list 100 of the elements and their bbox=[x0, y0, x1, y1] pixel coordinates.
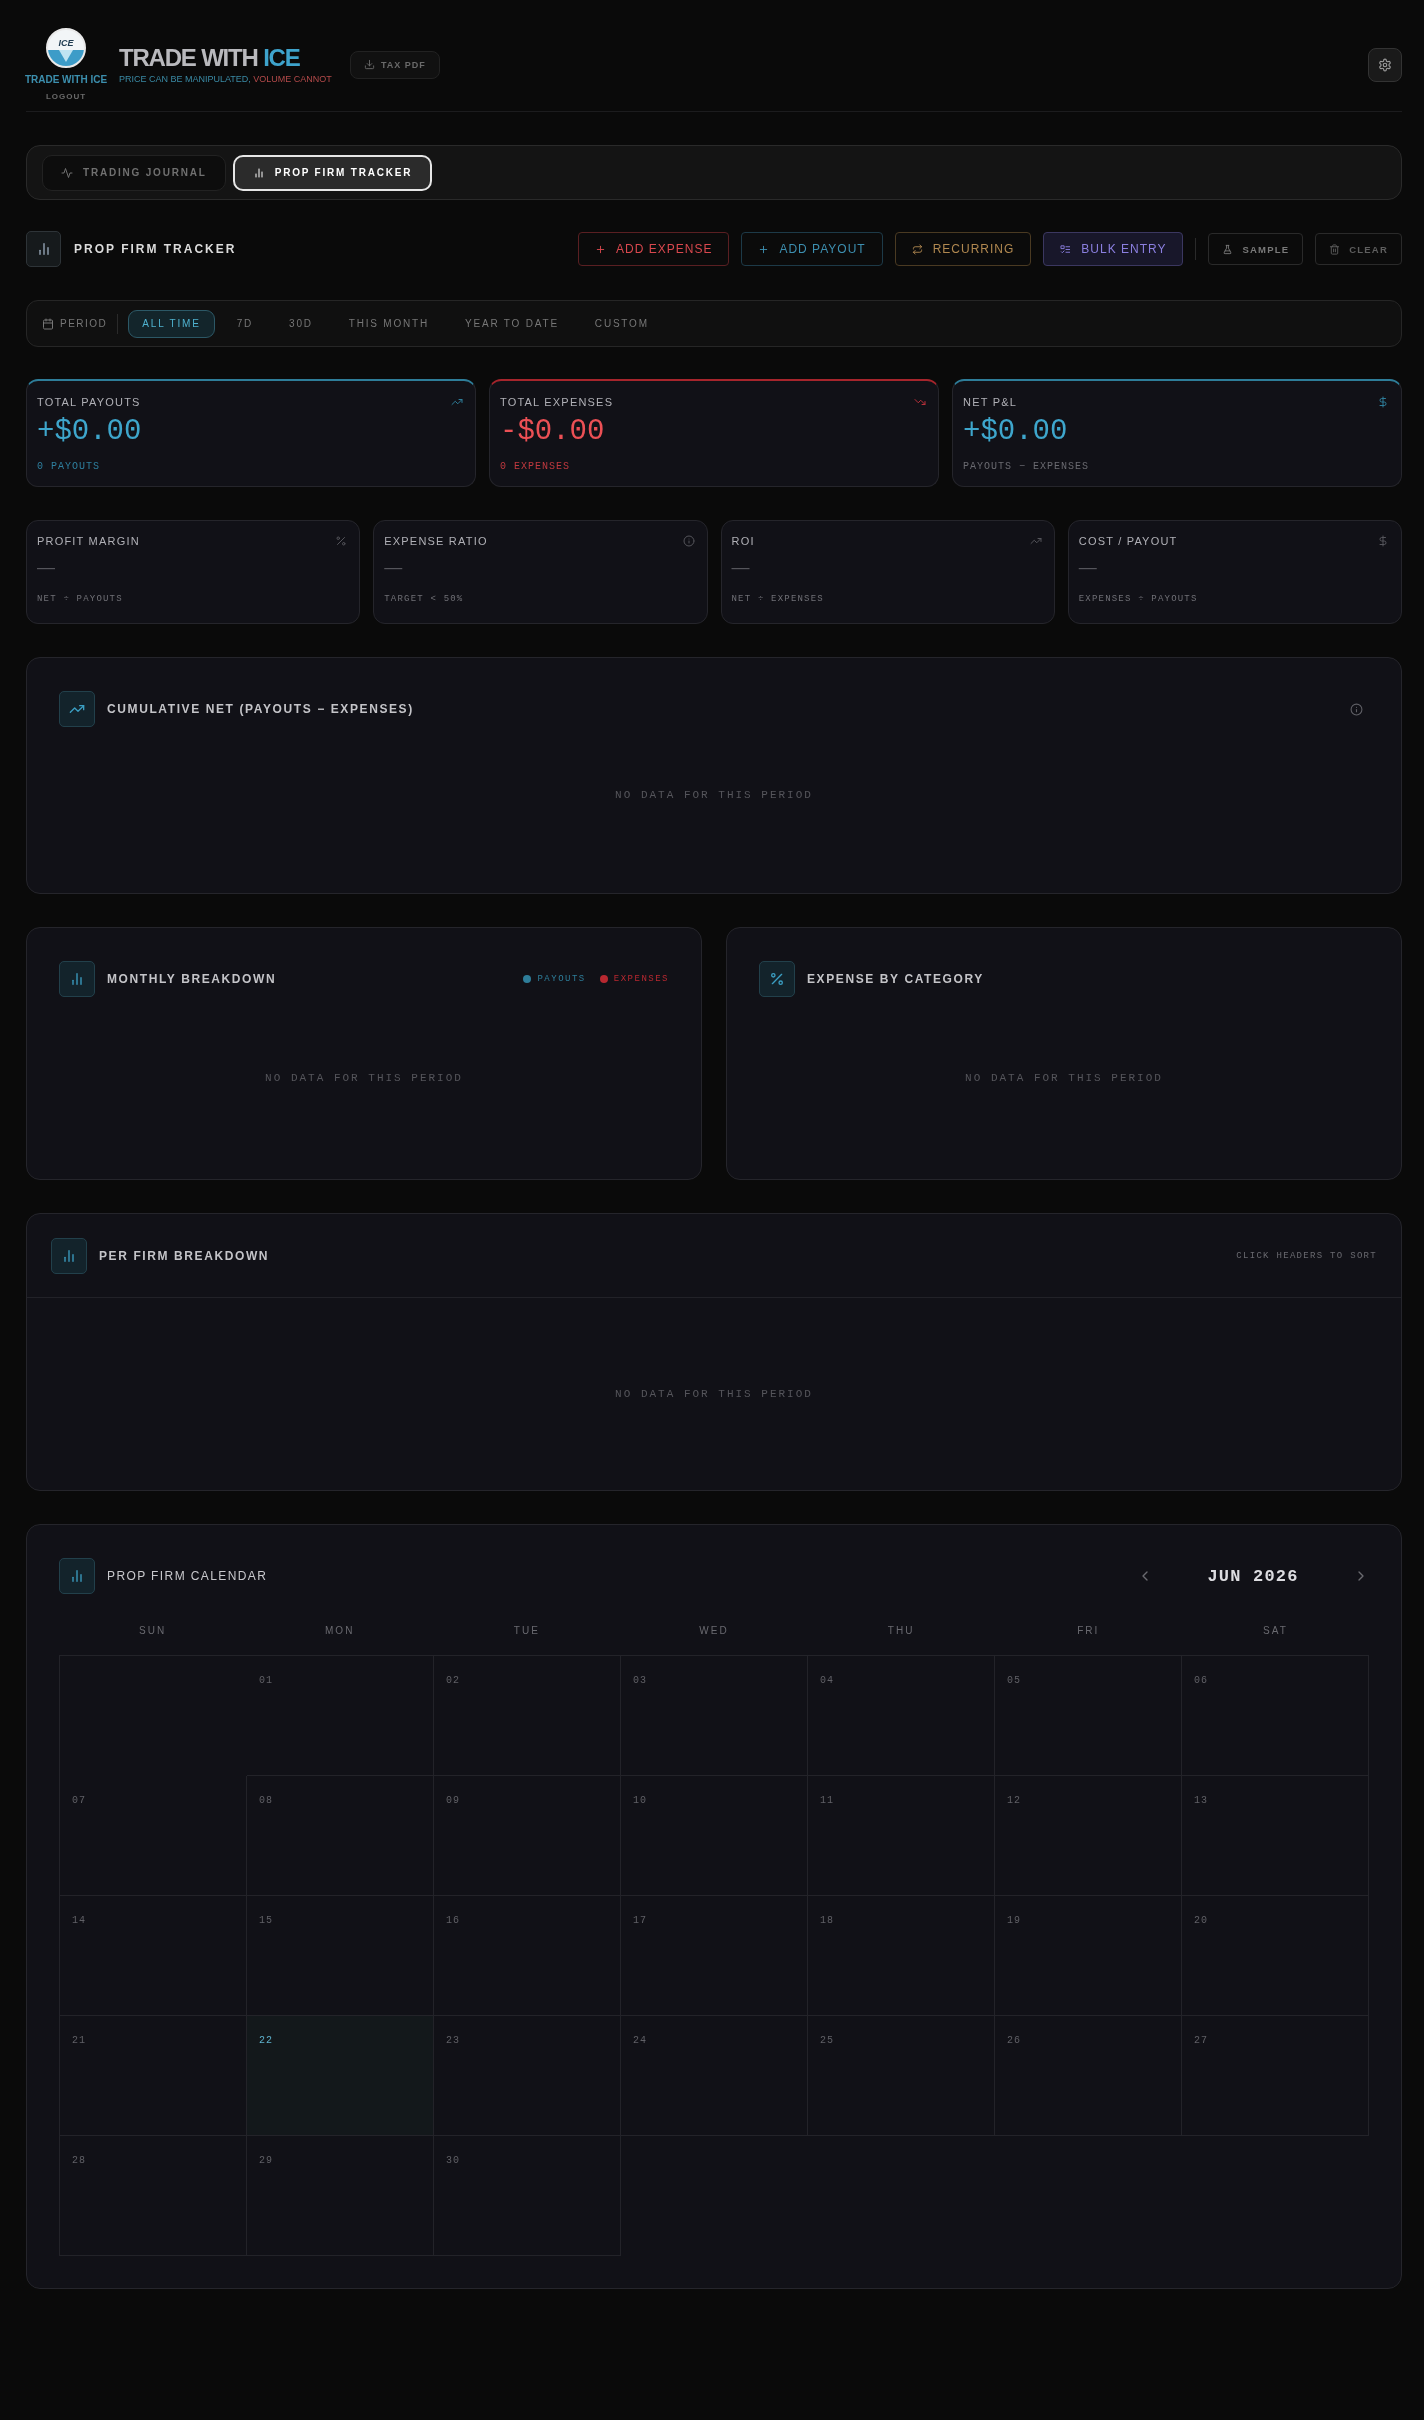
tab[interactable]: PROP FIRM TRACKER bbox=[232, 154, 433, 191]
percent-icon bbox=[335, 535, 348, 547]
card-note: EXPENSES ÷ PAYOUTS bbox=[1078, 594, 1199, 604]
calendar-day[interactable]: 24 bbox=[621, 2016, 808, 2136]
card-value: +$0.00 bbox=[963, 416, 1069, 448]
weekday-label: SAT bbox=[1262, 1624, 1289, 1636]
empty-message: NO DATA FOR THIS PERIOD bbox=[965, 1072, 1163, 1084]
card-label: TOTAL PAYOUTS bbox=[37, 396, 141, 408]
card-note: 0 PAYOUTS bbox=[37, 460, 101, 472]
plus-icon bbox=[595, 243, 607, 255]
card-label: EXPENSE RATIO bbox=[384, 535, 488, 547]
period-option[interactable]: ALL TIME bbox=[128, 309, 215, 338]
card-note: TARGET < 50% bbox=[384, 594, 465, 604]
period-option[interactable]: 30D bbox=[275, 309, 327, 338]
calendar-icon bbox=[42, 317, 54, 330]
period-label: PERIOD bbox=[60, 318, 108, 329]
calendar-day[interactable]: 12 bbox=[995, 1776, 1182, 1896]
calendar-day[interactable]: 18 bbox=[808, 1896, 995, 2016]
card-value: — bbox=[37, 558, 56, 576]
calendar-day[interactable]: 30 bbox=[434, 2136, 621, 2256]
settings-button[interactable] bbox=[1368, 47, 1402, 82]
pulse-icon bbox=[61, 166, 73, 179]
legend-label: PAYOUTS bbox=[537, 974, 586, 984]
legend-label: EXPENSES bbox=[613, 974, 669, 984]
flask-icon bbox=[1222, 243, 1234, 255]
calendar-day[interactable]: 16 bbox=[434, 1896, 621, 2016]
card-value: — bbox=[1078, 558, 1098, 576]
settings-icon bbox=[1378, 57, 1392, 72]
dollar-icon bbox=[1377, 396, 1389, 408]
app-title: TRADE WITH ICE bbox=[119, 45, 301, 70]
bar-chart-icon bbox=[252, 166, 265, 179]
empty-message: NO DATA FOR THIS PERIOD bbox=[265, 1072, 463, 1084]
empty-message: NO DATA FOR THIS PERIOD bbox=[615, 789, 813, 801]
card-label: PROFIT MARGIN bbox=[37, 535, 140, 547]
calendar-day[interactable]: 13 bbox=[1182, 1776, 1369, 1896]
calendar-day[interactable]: 20 bbox=[1182, 1896, 1369, 2016]
calendar-day[interactable]: 14 bbox=[60, 1896, 247, 2016]
sample-button[interactable]: SAMPLE bbox=[1208, 233, 1304, 265]
card-label: NET P&L bbox=[963, 396, 1018, 408]
logo-text: ICE bbox=[57, 37, 75, 50]
card-note: 0 EXPENSES bbox=[500, 460, 571, 472]
calendar-day[interactable]: 29 bbox=[247, 2136, 434, 2256]
empty-message: NO DATA FOR THIS PERIOD bbox=[615, 1388, 813, 1400]
calendar-day[interactable]: 23 bbox=[434, 2016, 621, 2136]
bar-chart-icon bbox=[59, 961, 95, 997]
calendar-day[interactable]: 08 bbox=[247, 1776, 434, 1896]
recurring-button[interactable]: RECURRING bbox=[894, 232, 1032, 266]
period-option[interactable]: YEAR TO DATE bbox=[451, 309, 573, 338]
calendar-day[interactable]: 11 bbox=[808, 1776, 995, 1896]
calendar-day[interactable]: 06 bbox=[1182, 1656, 1369, 1776]
calendar-day[interactable]: 02 bbox=[434, 1656, 621, 1776]
bar-chart-icon bbox=[51, 1237, 87, 1274]
panel-title: MONTHLY BREAKDOWN bbox=[107, 972, 277, 986]
card-value: +$0.00 bbox=[37, 416, 143, 448]
panel-title: PROP FIRM CALENDAR bbox=[107, 1569, 268, 1583]
panel-title: CUMULATIVE NET (PAYOUTS − EXPENSES) bbox=[107, 702, 414, 716]
page-title: PROP FIRM TRACKER bbox=[74, 242, 237, 256]
calendar-day[interactable]: 22 bbox=[247, 2016, 434, 2136]
sort-hint: CLICK HEADERS TO SORT bbox=[1236, 1250, 1377, 1261]
clear-button[interactable]: CLEAR bbox=[1315, 233, 1402, 265]
period-option[interactable]: THIS MONTH bbox=[334, 309, 443, 338]
calendar-day[interactable]: 17 bbox=[621, 1896, 808, 2016]
calendar-day[interactable]: 10 bbox=[621, 1776, 808, 1896]
calendar-day[interactable]: 25 bbox=[808, 2016, 995, 2136]
trend-up-icon bbox=[1029, 535, 1042, 547]
add-payout-button[interactable]: ADD PAYOUT bbox=[741, 232, 883, 266]
calendar-day[interactable]: 09 bbox=[434, 1776, 621, 1896]
trend-down-icon bbox=[914, 396, 926, 408]
calendar-day[interactable]: 05 bbox=[995, 1656, 1182, 1776]
weekday-label: MON bbox=[324, 1624, 356, 1636]
logout-link[interactable]: LOGOUT bbox=[45, 92, 87, 101]
period-option[interactable]: CUSTOM bbox=[580, 309, 663, 338]
calendar-day[interactable]: 01 bbox=[247, 1656, 434, 1776]
add-expense-button[interactable]: ADD EXPENSE bbox=[578, 232, 730, 266]
tagline: PRICE CAN BE MANIPULATED, VOLUME CANNOT bbox=[119, 73, 332, 84]
card-label: TOTAL EXPENSES bbox=[500, 396, 614, 408]
period-option[interactable]: 7D bbox=[222, 309, 268, 338]
card-note: NET ÷ EXPENSES bbox=[731, 594, 825, 604]
info-icon bbox=[682, 535, 695, 547]
weekday-label: SUN bbox=[138, 1624, 168, 1636]
tab[interactable]: TRADING JOURNAL bbox=[42, 154, 226, 191]
weekday-label: THU bbox=[886, 1624, 916, 1636]
calendar-day[interactable]: 19 bbox=[995, 1896, 1182, 2016]
checklist-icon bbox=[1060, 243, 1072, 255]
calendar-day[interactable]: 03 bbox=[621, 1656, 808, 1776]
weekday-label: TUE bbox=[512, 1624, 541, 1636]
calendar-day[interactable]: 27 bbox=[1182, 2016, 1369, 2136]
weekday-label: WED bbox=[698, 1624, 730, 1636]
bar-chart-icon bbox=[26, 231, 61, 267]
bulk-entry-button[interactable]: BULK ENTRY bbox=[1043, 232, 1184, 266]
info-icon bbox=[1350, 702, 1363, 716]
card-label: ROI bbox=[731, 535, 755, 547]
calendar-day[interactable]: 04 bbox=[808, 1656, 995, 1776]
calendar-day[interactable]: 28 bbox=[60, 2136, 247, 2256]
calendar-day[interactable]: 07 bbox=[60, 1776, 247, 1896]
download-icon bbox=[363, 59, 375, 70]
card-note: NET ÷ PAYOUTS bbox=[37, 594, 124, 604]
trend-up-icon bbox=[59, 691, 95, 727]
card-note: PAYOUTS − EXPENSES bbox=[963, 460, 1091, 472]
calendar-day[interactable]: 26 bbox=[995, 2016, 1182, 2136]
